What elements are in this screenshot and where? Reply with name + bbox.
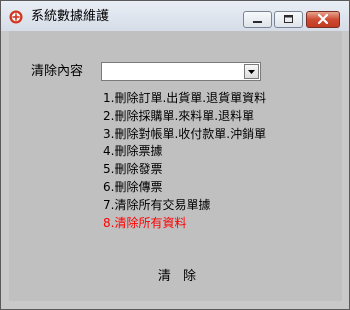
option-item: 7.清除所有交易單據 [103,197,211,212]
option-item: 5.刪除發票 [103,162,163,177]
window-title: 系統數據維護 [31,9,110,24]
minimize-icon [253,21,262,23]
app-window: 系統數據維護 清除內容 1.刪除訂單.出貨單.退貨單資料 2.刪除採購單.來料單… [0,0,350,310]
app-icon [9,10,23,24]
option-item: 4.刪除票據 [103,144,163,159]
option-item: 6.刪除傳票 [103,179,163,194]
option-item: 1.刪除訂單.出貨單.退貨單資料 [103,91,267,105]
option-item: 3.刪除對帳單.收付款單.沖銷單 [103,126,267,141]
option-item: 2.刪除採購單.來料單.退料單 [103,108,255,123]
clear-content-label: 清除內容 [31,64,84,79]
clear-button[interactable]: 清 除 [149,264,209,284]
option-item-clear-all: 8.清除所有資料 [103,215,187,230]
minimize-button[interactable] [243,11,272,28]
clear-content-select[interactable] [101,62,261,81]
form-panel: 清除內容 1.刪除訂單.出貨單.退貨單資料 2.刪除採購單.來料單.退料單 3.… [9,31,342,301]
maximize-icon [284,15,293,23]
title-bar[interactable]: 系統數據維護 [1,1,349,31]
close-button[interactable] [306,11,340,28]
close-icon [317,13,329,25]
maximize-button[interactable] [274,11,303,28]
chevron-down-icon [248,70,255,74]
option-list: 1.刪除訂單.出貨單.退貨單資料 2.刪除採購單.來料單.退料單 3.刪除對帳單… [103,90,266,232]
dropdown-button[interactable] [244,64,259,79]
